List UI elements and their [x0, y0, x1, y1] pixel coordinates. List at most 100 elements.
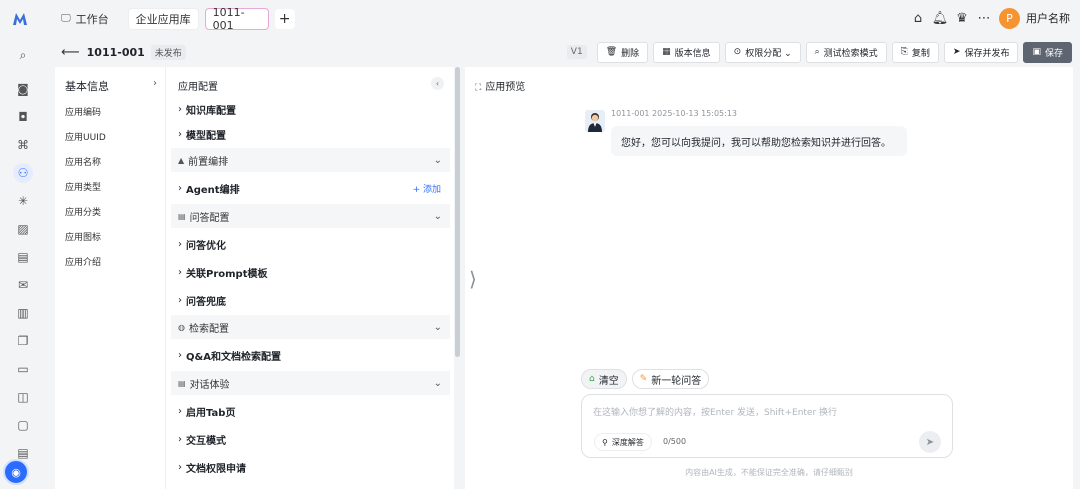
config-row-doc-permission[interactable]: › 文档权限申请 [171, 455, 450, 479]
expand-arrow-icon[interactable]: ⟩ [469, 267, 477, 291]
test-retrieval-label: 测试检索模式 [823, 48, 878, 59]
assistant-float-button[interactable]: ◉ [3, 459, 29, 485]
config-group-pre-orchestration[interactable]: ▲ 前置编排 ⌄ [171, 148, 450, 172]
config-row-qa-doc-retrieval[interactable]: › Q&A和文档检索配置 [171, 343, 450, 367]
bell-icon[interactable]: 🔔︎ [929, 11, 951, 26]
pinwheel-icon[interactable]: ✳ [13, 191, 33, 211]
basic-info-title: 基本信息 [65, 80, 109, 93]
config-row-interaction[interactable]: › 交互模式 [171, 427, 450, 451]
copy-button[interactable]: ⎘ 复制 [891, 41, 939, 63]
clear-button[interactable]: ⌂ 清空 [581, 369, 627, 389]
info-item[interactable]: 应用名称 [65, 155, 101, 168]
collapse-icon[interactable]: ‹ [431, 77, 444, 90]
chat-input-placeholder[interactable]: 在这输入你想了解的内容，按Enter 发送，Shift+Enter 换行 [593, 405, 837, 418]
tab-workbench[interactable]: 🖵 工作台 [54, 8, 116, 30]
preview-title: 应用预览 [485, 82, 526, 93]
row-label: 知识库配置 [186, 105, 236, 117]
chef-hat-icon[interactable]: ♛ [951, 11, 973, 26]
app-logo[interactable] [0, 0, 40, 37]
folder-icon[interactable]: ▭ [13, 359, 33, 379]
row-label: 文档权限申请 [186, 463, 246, 475]
main-area: ⟵ 1011-001 未发布 V1 🗑 删除 ▦ 版本信息 ⊙ 权限分配 ⌄ ⌕ 测试检… [45, 37, 1080, 489]
info-item[interactable]: 应用编码 [65, 105, 101, 118]
search-icon[interactable]: ⌕ [13, 45, 33, 65]
info-item[interactable]: 应用UUID [65, 130, 106, 143]
chevron-right-icon: › [178, 182, 182, 194]
add-tab-button[interactable]: + [274, 8, 295, 29]
back-arrow-icon[interactable]: ⟵ [61, 45, 80, 60]
config-group-retrieval[interactable]: ◍ 检索配置 ⌄ [171, 315, 450, 339]
mail-icon[interactable]: ✉ [13, 275, 33, 295]
ai-disclaimer: 内容由AI生成，不能保证完全准确，请仔细甄别 [685, 468, 853, 477]
app-preview-panel: ⛶ 应用预览 ⟩ 1011-001 2025-10-13 15:05:13 您好，… [465, 67, 1073, 489]
deep-answer-toggle[interactable]: ⚲ 深度解答 [594, 433, 652, 451]
info-item[interactable]: 应用分类 [65, 205, 101, 218]
permission-icon: ⊙ [733, 47, 742, 57]
info-item[interactable]: 应用图标 [65, 230, 101, 243]
chevron-right-icon: › [178, 103, 182, 115]
chat-icon: ▤ [178, 378, 186, 388]
more-icon[interactable]: ⋯ [973, 11, 995, 26]
config-scrollbar[interactable] [455, 67, 460, 357]
bot-avatar [585, 110, 605, 132]
chart-icon[interactable]: ▨ [13, 219, 33, 239]
calendar-icon[interactable]: ▥ [13, 303, 33, 323]
action-toolbar: V1 🗑 删除 ▦ 版本信息 ⊙ 权限分配 ⌄ ⌕ 测试检索模式 ⎘ 复制 ➤ 保存并发布 … [566, 41, 1072, 63]
copy-label: 复制 [911, 48, 930, 59]
config-row-prompt-template[interactable]: › 关联Prompt模板 [171, 260, 450, 284]
config-row-agent[interactable]: › Agent编排 + 添加 [171, 176, 450, 200]
config-row-tab[interactable]: › 启用Tab页 [171, 399, 450, 423]
row-label: 关联Prompt模板 [186, 268, 268, 280]
row-label: 启用Tab页 [186, 407, 236, 419]
send-button[interactable]: ➤ [919, 431, 941, 453]
permission-button[interactable]: ⊙ 权限分配 ⌄ [724, 41, 801, 63]
save-button[interactable]: ▣ 保存 [1023, 41, 1072, 63]
status-badge: 未发布 [150, 44, 186, 60]
config-group-qa[interactable]: ▤ 问答配置 ⌄ [171, 204, 450, 228]
delete-button[interactable]: 🗑 删除 [596, 41, 649, 63]
bot-message-bubble: 您好，您可以向我提问，我可以帮助您检索知识并进行回答。 [611, 126, 907, 156]
info-item[interactable]: 应用介绍 [65, 255, 101, 268]
tab-enterprise-lib[interactable]: 企业应用库 [127, 7, 199, 30]
new-chat-icon: ✎ [639, 374, 648, 384]
assistant-icon: ◉ [11, 465, 21, 479]
chevron-down-icon: ⌄ [433, 210, 442, 222]
config-row-model[interactable]: › 模型配置 [171, 122, 450, 146]
user-name[interactable]: 用户名称 [1026, 10, 1070, 26]
config-row-fallback[interactable]: › 问答兜底 [171, 288, 450, 312]
camera-icon[interactable]: ◙ [13, 79, 33, 99]
version-info-button[interactable]: ▦ 版本信息 [653, 41, 720, 63]
message-icon[interactable]: ▢ [13, 415, 33, 435]
save-icon: ▣ [1032, 47, 1041, 57]
layers-icon[interactable]: ❐ [13, 331, 33, 351]
new-round-button[interactable]: ✎ 新一轮问答 [631, 369, 710, 389]
config-row-knowledge[interactable]: › 知识库配置 [171, 97, 450, 121]
photo-icon[interactable]: ◘ [13, 107, 33, 127]
info-item[interactable]: 应用类型 [65, 180, 101, 193]
chat-input-box[interactable]: 在这输入你想了解的内容，按Enter 发送，Shift+Enter 换行 ⚲ 深度… [581, 394, 953, 458]
save-publish-button[interactable]: ➤ 保存并发布 [943, 41, 1019, 63]
grid-chart-icon[interactable]: ▤ [13, 247, 33, 267]
chevron-right-icon: › [178, 128, 182, 140]
delete-label: 删除 [621, 48, 640, 59]
test-retrieval-button[interactable]: ⌕ 测试检索模式 [805, 41, 887, 63]
app-icon[interactable]: ⚇ [13, 163, 33, 183]
tab-current-app[interactable]: 1011-001 [204, 6, 269, 32]
config-title: 应用配置 [178, 82, 218, 93]
chevron-right-icon: › [178, 433, 182, 445]
home-icon[interactable]: ⌂ [907, 11, 929, 26]
plus-icon: + [278, 10, 291, 27]
add-agent-button[interactable]: + 添加 [413, 182, 441, 195]
config-group-dialog[interactable]: ▤ 对话体验 ⌄ [171, 371, 450, 395]
copy-icon: ⎘ [900, 47, 908, 57]
avatar[interactable]: P [999, 7, 1020, 29]
database-icon: ◍ [178, 322, 185, 332]
chevron-right-icon[interactable]: › [153, 78, 157, 89]
chevron-right-icon: › [178, 238, 182, 250]
hierarchy-icon[interactable]: ⌘ [13, 135, 33, 155]
group-label: 问答配置 [189, 212, 230, 224]
disk-icon[interactable]: ◫ [13, 387, 33, 407]
left-rail: ⌕ ◙ ◘ ⌘ ⚇ ✳ ▨ ▤ ✉ ▥ ❐ ▭ ◫ ▢ ▤ [0, 37, 45, 489]
tab-enterprise-lib-label: 企业应用库 [135, 12, 191, 26]
config-row-qa-optimize[interactable]: › 问答优化 [171, 232, 450, 256]
